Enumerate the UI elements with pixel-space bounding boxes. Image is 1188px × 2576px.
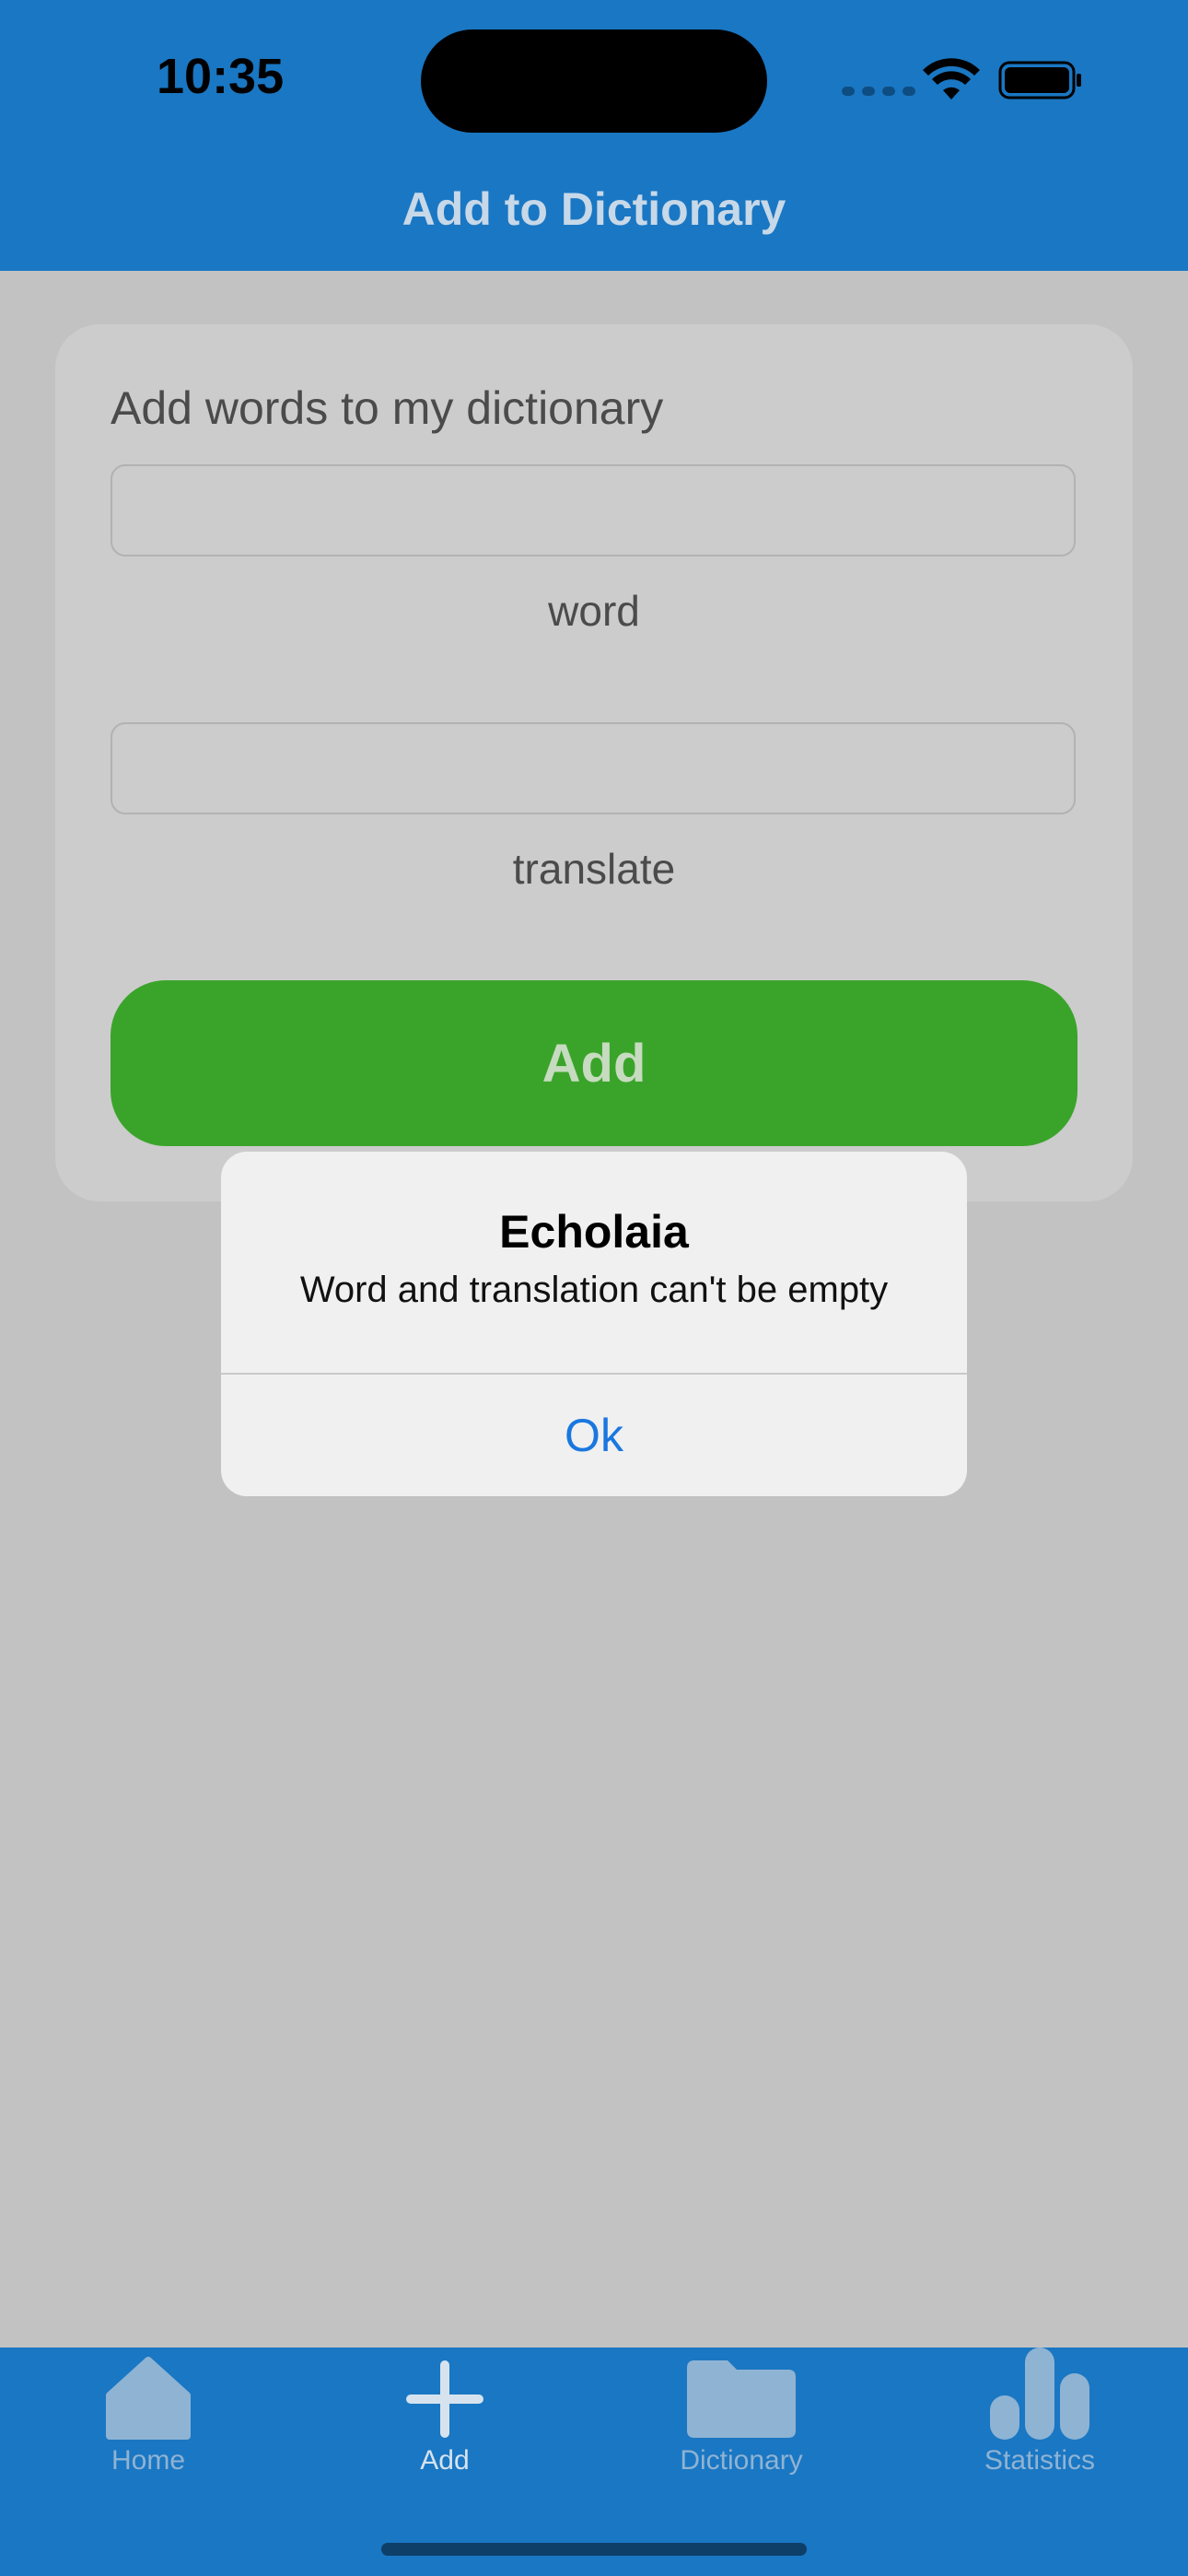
cellular-signal-icon xyxy=(842,87,915,96)
folder-icon xyxy=(687,2360,796,2438)
alert-message: Word and translation can't be empty xyxy=(299,1270,889,1310)
tab-home-label: Home xyxy=(111,2445,186,2476)
house-icon xyxy=(106,2357,191,2440)
translate-input[interactable] xyxy=(111,722,1076,814)
navigation-bar: Add to Dictionary xyxy=(0,157,1188,271)
translate-label: translate xyxy=(512,845,676,893)
home-indicator[interactable] xyxy=(381,2543,807,2556)
plus-icon xyxy=(406,2360,483,2438)
alert-title: Echolaia xyxy=(499,1206,689,1258)
word-label: word xyxy=(548,587,640,635)
alert-dialog: Echolaia Word and translation can't be e… xyxy=(221,1152,967,1496)
battery-icon xyxy=(998,61,1081,100)
tab-statistics[interactable]: Statistics xyxy=(891,2348,1188,2486)
tab-dictionary-label: Dictionary xyxy=(680,2445,803,2476)
alert-ok-button[interactable]: Ok xyxy=(221,1375,967,1496)
word-input[interactable] xyxy=(111,464,1076,556)
tab-dictionary[interactable]: Dictionary xyxy=(593,2348,890,2486)
page-title: Add to Dictionary xyxy=(402,183,786,235)
add-word-card: Add words to my dictionary word translat… xyxy=(55,324,1133,1201)
tab-statistics-label: Statistics xyxy=(984,2445,1096,2476)
card-heading: Add words to my dictionary xyxy=(111,382,664,434)
add-button[interactable]: Add xyxy=(111,980,1077,1146)
tab-add-label: Add xyxy=(420,2445,470,2476)
status-time: 10:35 xyxy=(157,49,285,104)
tab-bar: Home Add Dictionary Statistics xyxy=(0,2348,1188,2576)
bar-chart-icon xyxy=(990,2348,1089,2440)
wifi-icon xyxy=(923,58,980,100)
tab-add[interactable]: Add xyxy=(297,2348,593,2486)
status-bar: 10:35 xyxy=(0,0,1188,157)
tab-home[interactable]: Home xyxy=(0,2348,297,2486)
dynamic-island xyxy=(421,29,767,133)
